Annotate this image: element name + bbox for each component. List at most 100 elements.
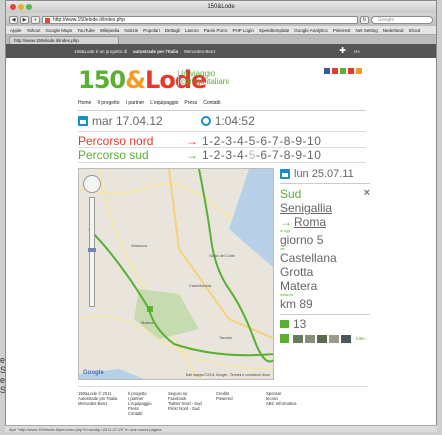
stage-day: giorno 5: [280, 233, 324, 247]
page-content: 150&Lode In viaggio con gli italiani Hom…: [6, 58, 436, 428]
arrow-right-icon: →: [186, 148, 198, 162]
site-footer: 150&Lode © 2011 Autostrade per l'Italia Me…: [78, 386, 368, 416]
route-nord-stages[interactable]: 1-2-3-4-5-6-7-8-9-10: [202, 134, 321, 148]
site-top-bar: 150&Lode è un progetto di autostrade per…: [6, 44, 436, 58]
map-copyright: Dati mappa ©2011 Google - Termini e cond…: [185, 373, 270, 377]
bookmark-item[interactable]: YouTube: [77, 28, 95, 33]
map-canvas[interactable]: Altamura Gioia del Colle Castellaneta Ma…: [79, 169, 274, 380]
all-photos-link[interactable]: tutte ›: [356, 336, 368, 341]
nav-divider: [78, 110, 366, 111]
bookmark-item[interactable]: Google Maps: [45, 28, 72, 33]
zoom-window-button[interactable]: [26, 4, 32, 10]
stage-from[interactable]: Senigallia: [280, 201, 370, 215]
calendar-icon: [280, 169, 290, 179]
route-nord-label[interactable]: Percorso nord: [78, 134, 186, 148]
date-time-row: mar 17.04.12 1:04:52: [78, 114, 366, 128]
nav-item[interactable]: Il progetto: [97, 100, 119, 106]
search-field[interactable]: Google: [371, 15, 433, 24]
photo-nav-icon[interactable]: [280, 334, 289, 343]
photo-thumbnail[interactable]: [329, 334, 339, 343]
route-sud-stages[interactable]: 1-2-3-4-5-6-7-8-9-10: [202, 148, 321, 162]
forward-button[interactable]: ▶: [20, 15, 29, 24]
bookmark-item[interactable]: Wikipedia: [100, 28, 120, 33]
pan-control[interactable]: [83, 175, 101, 193]
window-title: 150&Lode: [207, 4, 235, 10]
nav-item[interactable]: I partner: [126, 100, 145, 106]
bookmark-item[interactable]: Dettagli: [165, 28, 180, 33]
arrow-right-icon: →: [280, 215, 292, 229]
back-button[interactable]: ◀: [9, 15, 18, 24]
nav-item[interactable]: L'equipaggio: [150, 100, 178, 106]
stage-via-2: Grotta: [280, 265, 314, 279]
photo-thumbnail[interactable]: [305, 334, 315, 343]
bookmark-item[interactable]: Apple: [10, 28, 22, 33]
close-window-button[interactable]: [10, 4, 16, 10]
twitter-icon[interactable]: [340, 68, 346, 74]
zoom-slider[interactable]: [88, 197, 96, 307]
address-bar[interactable]: http://www.150elode.it/index.php: [42, 15, 358, 24]
reload-icon[interactable]: ↻: [360, 15, 369, 24]
svg-text:Castellaneta: Castellaneta: [189, 283, 212, 288]
svg-text:Altamura: Altamura: [131, 243, 148, 248]
stage-to[interactable]: Roma: [294, 215, 326, 229]
tab-active[interactable]: http://www.150elode.it/index.php: [9, 36, 119, 44]
browser-status-bar: Apri "http://www.150elode.it/percorso.ph…: [5, 425, 437, 432]
bookmark-item[interactable]: Yahoo!: [27, 28, 41, 33]
bookmark-item[interactable]: Net Setting: [356, 28, 378, 33]
bookmark-item[interactable]: Notizie: [124, 28, 138, 33]
main-navigation: Home Il progetto I partner L'equipaggio Pres…: [78, 100, 220, 106]
photo-strip: tutte ›: [280, 334, 370, 343]
bookmark-item[interactable]: PHP Login: [233, 28, 254, 33]
minimize-window-button[interactable]: [18, 4, 24, 10]
autostrade-logo[interactable]: autostrade per l'Italia: [133, 49, 178, 54]
bookmark-item[interactable]: Speedtemplate: [259, 28, 289, 33]
address-bar-url: http://www.150elode.it/index.php: [53, 16, 125, 23]
close-icon[interactable]: ×: [364, 187, 370, 199]
current-time: 1:04:52: [214, 114, 255, 128]
route-sud-label[interactable]: Percorso sud: [78, 148, 186, 162]
stage-via-1: Castellana: [280, 251, 337, 265]
route-sud[interactable]: Percorso sud → 1-2-3-4-5-6-7-8-9-10: [78, 148, 366, 162]
photos-count: 13: [293, 317, 307, 331]
bookmark-item[interactable]: Popolari: [143, 28, 160, 33]
nav-item[interactable]: Contatti: [203, 100, 220, 106]
svg-text:Matera: Matera: [141, 320, 154, 325]
footer-col-social: Seguici su Facebook Twitter Nord - Sud Flic…: [168, 391, 202, 411]
nav-item[interactable]: Press: [184, 100, 197, 106]
footer-col-credits: Credits Powered: [216, 391, 233, 401]
camera-icon: [280, 320, 289, 328]
zoom-handle[interactable]: [88, 248, 96, 252]
share-button[interactable]: +: [31, 15, 40, 24]
route-nord[interactable]: Percorso nord → 1-2-3-4-5-6-7-8-9-10: [78, 134, 366, 148]
photo-thumbnail[interactable]: [317, 334, 327, 343]
mercedes-logo[interactable]: Mercedes-Benz: [184, 49, 216, 54]
current-date: mar 17.04.12: [92, 114, 163, 128]
divider: [78, 131, 366, 132]
bookmarks-bar: Apple Yahoo! Google Maps YouTube Wikipedia No…: [6, 26, 436, 35]
bookmark-item[interactable]: Lavoro: [185, 28, 199, 33]
flickr-icon[interactable]: [332, 68, 338, 74]
photo-thumbnail[interactable]: [341, 334, 351, 343]
bookmark-item[interactable]: Google Analytics: [294, 28, 328, 33]
nav-item[interactable]: Home: [78, 100, 91, 106]
photos-header: 13: [280, 314, 370, 331]
panel-date: lun 25.07.11: [294, 168, 354, 180]
panel-route-name: Sud ×: [280, 187, 370, 201]
route-map[interactable]: Altamura Gioia del Colle Castellaneta Ma…: [78, 168, 274, 380]
footer-col-copyright: 150&Lode © 2011 Autostrade per l'Italia Me…: [78, 391, 118, 406]
bookmark-item[interactable]: Shoot: [409, 28, 421, 33]
stage-via-3: Matera: [280, 279, 318, 293]
bookmark-item[interactable]: Pinterest: [333, 28, 351, 33]
stage-distance: km 89: [280, 297, 313, 311]
facebook-icon[interactable]: [324, 68, 330, 74]
bookmark-item[interactable]: Nederland: [383, 28, 404, 33]
me-link[interactable]: Me: [354, 49, 360, 54]
photo-thumbnail[interactable]: [293, 334, 303, 343]
clock-icon: [200, 116, 211, 126]
youtube-icon[interactable]: [348, 68, 354, 74]
plus-icon[interactable]: ✚: [339, 47, 346, 55]
footer-col-nav: Il progetto I partner L'equipaggio Press Con…: [128, 391, 152, 416]
panel-date-header: lun 25.07.11: [280, 168, 370, 184]
bookmark-item[interactable]: Paolo Porro: [204, 28, 228, 33]
rss-icon[interactable]: [356, 68, 362, 74]
